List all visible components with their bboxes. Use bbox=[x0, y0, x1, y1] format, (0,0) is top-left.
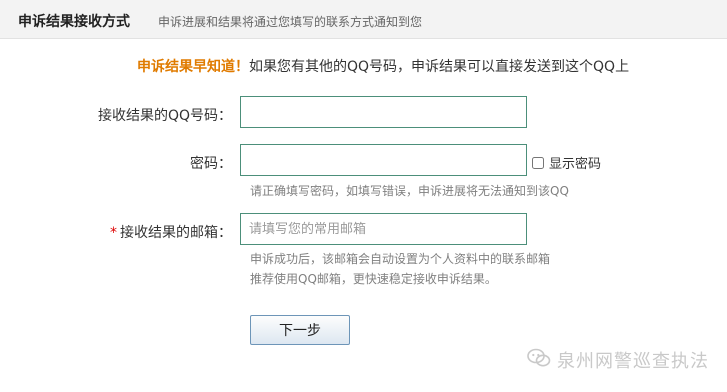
password-hint: 请正确填写密码，如填写错误，申诉进展将无法通知到该QQ bbox=[250, 184, 569, 198]
qq-label: 接收结果的QQ号码： bbox=[97, 108, 232, 124]
show-password-checkbox[interactable] bbox=[532, 156, 544, 169]
email-hint-2: 推荐使用QQ邮箱，更快速稳定接收申诉结果。 bbox=[250, 272, 497, 286]
watermark: 泉州网警巡查执法 bbox=[527, 347, 709, 373]
email-label-row: * 接收结果的邮箱： bbox=[32, 222, 232, 242]
watermark-text: 泉州网警巡查执法 bbox=[557, 351, 709, 372]
notice-highlight: 申诉结果早知道！ bbox=[137, 59, 249, 75]
wechat-icon bbox=[527, 348, 551, 373]
section-header: 申诉结果接收方式 申诉进展和结果将通过您填写的联系方式通知到您 bbox=[0, 0, 727, 39]
required-mark: * bbox=[110, 225, 117, 241]
show-password-label: 显示密码 bbox=[549, 157, 602, 172]
section-description: 申诉进展和结果将通过您填写的联系方式通知到您 bbox=[158, 15, 423, 29]
notice-text: 如果您有其他的QQ号码，申诉结果可以直接发送到这个QQ上 bbox=[249, 59, 630, 75]
email-input[interactable] bbox=[240, 213, 527, 245]
email-hint-1: 申诉成功后，该邮箱会自动设置为个人资料中的联系邮箱 bbox=[250, 252, 551, 266]
notice-line: 申诉结果早知道！如果您有其他的QQ号码，申诉结果可以直接发送到这个QQ上 bbox=[137, 56, 629, 76]
next-step-button[interactable]: 下一步 bbox=[250, 315, 350, 345]
password-label: 密码： bbox=[190, 156, 232, 172]
show-password-toggle[interactable]: 显示密码 bbox=[532, 153, 601, 172]
email-label: 接收结果的邮箱： bbox=[120, 225, 232, 241]
qq-number-input[interactable] bbox=[240, 96, 527, 128]
section-title: 申诉结果接收方式 bbox=[18, 14, 130, 30]
password-input[interactable] bbox=[240, 144, 527, 176]
